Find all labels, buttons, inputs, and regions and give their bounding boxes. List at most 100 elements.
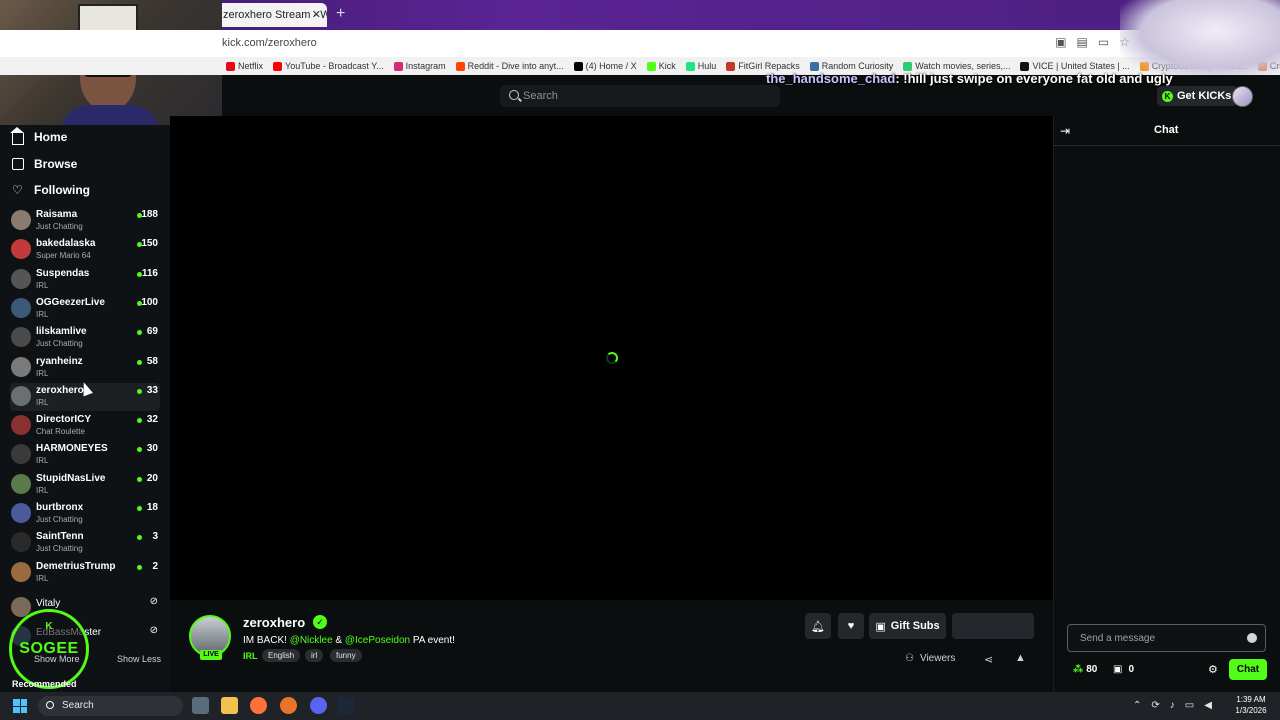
sidebar-channel-demetriustrump[interactable]: DemetriusTrump IRL 2 bbox=[10, 559, 160, 587]
show-more-button[interactable]: Show More bbox=[34, 654, 80, 664]
sidebar-channel-lilskamlive[interactable]: lilskamlive Just Chatting 69 bbox=[10, 324, 160, 352]
stream-category[interactable]: IRL bbox=[243, 651, 258, 661]
channel-viewers: 33 bbox=[146, 384, 158, 396]
channel-viewers: 3 bbox=[152, 531, 158, 543]
live-dot-icon bbox=[137, 447, 142, 453]
search-input[interactable]: Search bbox=[500, 85, 780, 107]
tag-funny[interactable]: funny bbox=[330, 649, 362, 662]
report-icon[interactable]: ▲ bbox=[1015, 652, 1026, 664]
bookmark-item[interactable]: Watch movies, series,... bbox=[903, 61, 1010, 71]
chat-panel bbox=[1053, 116, 1280, 692]
sidebar-channel-stupidnaslive[interactable]: StupidNasLive IRL 20 bbox=[10, 471, 160, 499]
windows-taskbar: Search ⌃ ⟳ ♪ ▭ ◀ 1:39 AM 1/3/2026 bbox=[0, 692, 1280, 720]
pocket-icon[interactable]: ▤ bbox=[1077, 35, 1088, 49]
channel-points[interactable]: ⁂ 80 bbox=[1073, 664, 1097, 675]
sidebar-channel-directoricy[interactable]: DirectorICY Chat Roulette 32 bbox=[10, 412, 160, 440]
task-view-icon[interactable] bbox=[192, 697, 209, 714]
discord-icon[interactable] bbox=[310, 697, 327, 714]
follow-button[interactable] bbox=[952, 613, 1034, 639]
bookmark-item[interactable]: Hulu bbox=[685, 61, 717, 71]
bookmark-item[interactable]: (4) Home / X bbox=[573, 61, 637, 71]
sidebar-channel-burtbronx[interactable]: burtbronx Just Chatting 18 bbox=[10, 500, 160, 528]
gift-count[interactable]: ▣ 0 bbox=[1113, 664, 1134, 675]
tab-close-icon[interactable]: ✕ bbox=[312, 3, 321, 27]
tray-mic-icon[interactable]: ♪ bbox=[1170, 700, 1175, 711]
sidebar-channel-ryanheinz[interactable]: ryanheinz IRL 58 bbox=[10, 354, 160, 382]
collapse-chat-icon[interactable]: ⇥ bbox=[1060, 124, 1070, 138]
taskbar-clock[interactable]: 1:39 AM 1/3/2026 bbox=[1230, 694, 1272, 716]
sidebar-channel-suspendas[interactable]: Suspendas IRL 116 bbox=[10, 266, 160, 294]
bookmark-label: Random Curiosity bbox=[821, 61, 894, 71]
video-player[interactable] bbox=[170, 116, 1053, 600]
taskbar-search[interactable]: Search bbox=[38, 696, 183, 716]
kick-coin-icon: K bbox=[1162, 90, 1173, 102]
mention-link[interactable]: @IcePoseidon bbox=[345, 635, 410, 646]
get-kicks-button[interactable]: K Get KICKs bbox=[1157, 86, 1239, 106]
channel-avatar bbox=[11, 444, 31, 465]
nav-following[interactable]: ♡ Following bbox=[12, 180, 90, 200]
mention-link[interactable]: @Nicklee bbox=[290, 635, 333, 646]
bookmark-item[interactable]: VICE | United States | ... bbox=[1020, 61, 1130, 71]
channel-category: Just Chatting bbox=[36, 515, 83, 524]
bookmark-item[interactable]: FitGirl Repacks bbox=[726, 61, 800, 71]
emoji-icon[interactable] bbox=[1247, 633, 1257, 643]
file-explorer-icon[interactable] bbox=[221, 697, 238, 714]
channel-category: Just Chatting bbox=[36, 222, 83, 231]
bookmark-item[interactable]: YouTube - Broadcast Y... bbox=[273, 61, 384, 71]
tray-sync-icon[interactable]: ⟳ bbox=[1151, 700, 1159, 711]
browser-tab[interactable]: zeroxhero Stream - Watch ✕ bbox=[215, 3, 327, 27]
stream-title-prefix: IM BACK! bbox=[243, 635, 290, 646]
nav-home[interactable]: Home bbox=[10, 127, 68, 147]
sidebar-channel-oggeezerlive[interactable]: OGGeezerLive IRL 100 bbox=[10, 295, 160, 323]
gift-subs-button[interactable]: ▣ Gift Subs bbox=[869, 613, 946, 639]
tray-chevron-icon[interactable]: ⌃ bbox=[1133, 700, 1141, 711]
favorite-button[interactable]: ♥ bbox=[838, 613, 864, 639]
chat-send-button[interactable]: Chat bbox=[1229, 659, 1267, 680]
tray-network-icon[interactable]: ▭ bbox=[1185, 700, 1194, 711]
windows-start-icon[interactable] bbox=[13, 699, 27, 713]
sidebar-channel-raisama[interactable]: Raisama Just Chatting 188 bbox=[10, 207, 160, 235]
bookmark-favicon-icon bbox=[226, 61, 235, 71]
channel-category: Just Chatting bbox=[36, 544, 83, 554]
get-kicks-label: Get KICKs bbox=[1177, 90, 1232, 102]
channel-name: lilskamlive bbox=[36, 326, 87, 338]
bookmark-label: Kick bbox=[658, 61, 676, 71]
tag-irl[interactable]: irl bbox=[305, 649, 324, 662]
tray-volume-icon[interactable]: ◀ bbox=[1204, 700, 1212, 711]
sidebar-channel-sainttenn[interactable]: SaintTenn Just Chatting 3 bbox=[10, 529, 160, 557]
reader-icon[interactable]: ▭ bbox=[1098, 35, 1109, 49]
live-dot-icon bbox=[137, 476, 142, 482]
screenshot-icon[interactable]: ▣ bbox=[1055, 35, 1066, 49]
firefox-icon[interactable] bbox=[250, 697, 267, 714]
sidebar-channel-harmoneyes[interactable]: HARMONEYES IRL 30 bbox=[10, 441, 160, 469]
streamer-name[interactable]: zeroxhero bbox=[243, 615, 305, 630]
bookmark-item[interactable]: Instagram bbox=[393, 61, 446, 71]
new-tab-button[interactable]: + bbox=[336, 5, 345, 23]
nav-browse[interactable]: Browse bbox=[12, 154, 77, 174]
bookmark-item[interactable]: Reddit - Dive into anyt... bbox=[455, 61, 564, 71]
app-icon[interactable] bbox=[280, 697, 297, 714]
bookmark-item[interactable]: Netflix bbox=[226, 61, 263, 71]
channel-category: IRL bbox=[36, 485, 49, 495]
bookmark-item[interactable]: Random Curiosity bbox=[809, 61, 894, 71]
address-bar[interactable]: kick.com/zeroxhero ▣ ▤ ▭ ☆ bbox=[0, 30, 1280, 57]
chat-message-input[interactable]: Send a message bbox=[1067, 624, 1266, 652]
bookmark-favicon-icon bbox=[685, 61, 695, 71]
logo-k: K bbox=[45, 621, 53, 632]
share-icon[interactable]: ⋖ bbox=[984, 653, 993, 666]
notification-bell-button[interactable]: 🔔︎ bbox=[805, 613, 831, 639]
chat-input-placeholder: Send a message bbox=[1080, 633, 1156, 644]
channel-category: Chat Roulette bbox=[36, 427, 85, 437]
tag-english[interactable]: English bbox=[262, 649, 301, 662]
chat-settings-icon[interactable]: ⚙ bbox=[1208, 663, 1218, 676]
sidebar-channel-bakedalaska[interactable]: bakedalaska Super Mario 64 150 bbox=[10, 236, 160, 264]
url-text[interactable]: kick.com/zeroxhero bbox=[222, 37, 317, 49]
show-less-button[interactable]: Show Less bbox=[117, 654, 161, 664]
bookmark-item[interactable]: Kick bbox=[646, 61, 676, 71]
search-icon bbox=[509, 90, 519, 100]
steam-icon[interactable] bbox=[338, 697, 355, 714]
bookmark-label: Hulu bbox=[697, 61, 717, 71]
user-avatar[interactable] bbox=[1232, 86, 1253, 107]
nav-home-label: Home bbox=[34, 130, 68, 144]
stream-title-amp: & bbox=[332, 635, 345, 646]
